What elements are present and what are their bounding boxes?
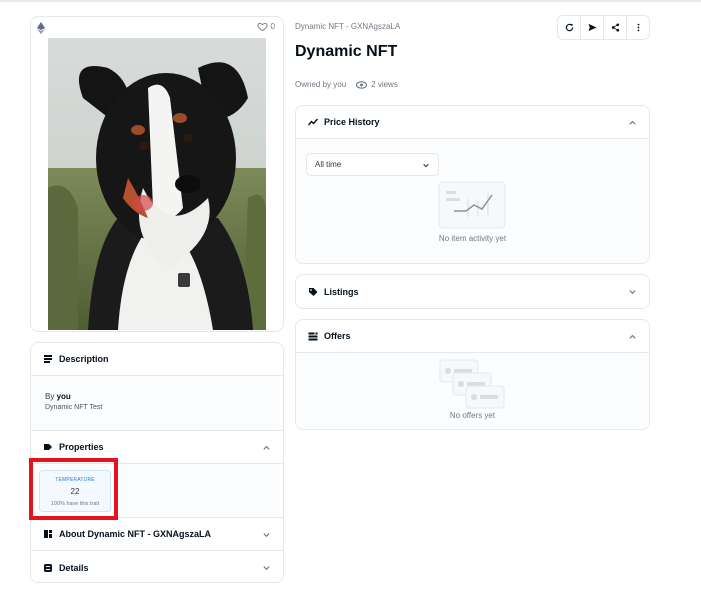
transfer-button[interactable] <box>581 16 604 39</box>
about-header[interactable]: About Dynamic NFT - GXNAgszaLA <box>31 518 283 551</box>
offers-header[interactable]: Offers <box>296 320 649 353</box>
listings-panel: Listings <box>295 274 650 309</box>
ethereum-icon <box>37 22 45 34</box>
share-button[interactable] <box>604 16 627 39</box>
description-header: Description <box>31 343 283 376</box>
description-icon <box>44 355 52 363</box>
tag-icon <box>44 444 52 450</box>
creator-line: By you <box>45 392 269 401</box>
eye-icon <box>356 80 368 89</box>
price-history-body: All time No item activity yet <box>296 139 649 263</box>
refresh-button[interactable] <box>558 16 581 39</box>
favorite-button[interactable]: 0 <box>257 21 275 32</box>
creator-link[interactable]: you <box>57 392 71 401</box>
details-icon <box>44 563 52 572</box>
views-text: 2 views <box>371 80 398 89</box>
owner-row: Owned by you 2 views <box>295 80 398 89</box>
offers-title: Offers <box>324 331 351 341</box>
price-history-panel: Price History All time No item activity … <box>295 105 650 264</box>
top-divider <box>0 0 701 2</box>
more-button[interactable] <box>627 16 649 39</box>
time-range-value: All time <box>315 160 342 169</box>
chevron-down-icon <box>423 163 429 168</box>
description-text: Dynamic NFT Test <box>45 404 103 411</box>
description-title: Description <box>59 354 109 364</box>
heart-icon <box>257 22 268 32</box>
description-body: By you Dynamic NFT Test <box>31 376 283 431</box>
about-title: About Dynamic NFT - GXNAgszaLA <box>59 529 212 539</box>
chevron-down-icon <box>263 533 270 538</box>
empty-offers-illustration <box>439 359 505 409</box>
send-icon <box>587 23 597 32</box>
chevron-up-icon <box>263 445 270 450</box>
price-empty-text: No item activity yet <box>438 234 507 243</box>
properties-title: Properties <box>59 442 104 452</box>
offers-body: No offers yet <box>296 353 649 429</box>
views-count: 2 views <box>356 80 398 89</box>
owned-by: Owned by you <box>295 80 347 89</box>
price-history-header[interactable]: Price History <box>296 106 649 139</box>
media-card: 0 <box>30 16 284 332</box>
details-header[interactable]: Details <box>31 551 283 582</box>
by-prefix: By <box>45 392 55 401</box>
chevron-up-icon <box>629 334 636 339</box>
offers-list-icon <box>308 332 318 341</box>
more-icon <box>637 23 639 32</box>
listings-header[interactable]: Listings <box>296 275 649 308</box>
item-title: Dynamic NFT <box>295 43 398 60</box>
price-history-title: Price History <box>324 117 380 127</box>
refresh-icon <box>565 23 573 32</box>
trending-icon <box>308 118 318 126</box>
details-title: Details <box>59 562 89 573</box>
empty-chart-illustration <box>438 181 506 229</box>
listings-title: Listings <box>324 286 359 297</box>
tag-icon <box>309 287 318 296</box>
chevron-up-icon <box>629 120 636 125</box>
collection-link[interactable]: Dynamic NFT - GXNAgszaLA <box>295 22 400 31</box>
nft-image[interactable] <box>48 38 266 330</box>
time-range-select[interactable]: All time <box>306 153 439 176</box>
favorite-count: 0 <box>270 22 275 31</box>
about-icon <box>44 530 52 538</box>
offers-panel: Offers No offers yet <box>295 319 650 430</box>
trait-highlight-box <box>29 458 118 520</box>
action-bar <box>557 15 650 40</box>
share-icon <box>611 23 619 32</box>
offers-empty-text: No offers yet <box>449 411 496 420</box>
chevron-down-icon <box>263 566 270 571</box>
chevron-down-icon <box>629 290 636 295</box>
